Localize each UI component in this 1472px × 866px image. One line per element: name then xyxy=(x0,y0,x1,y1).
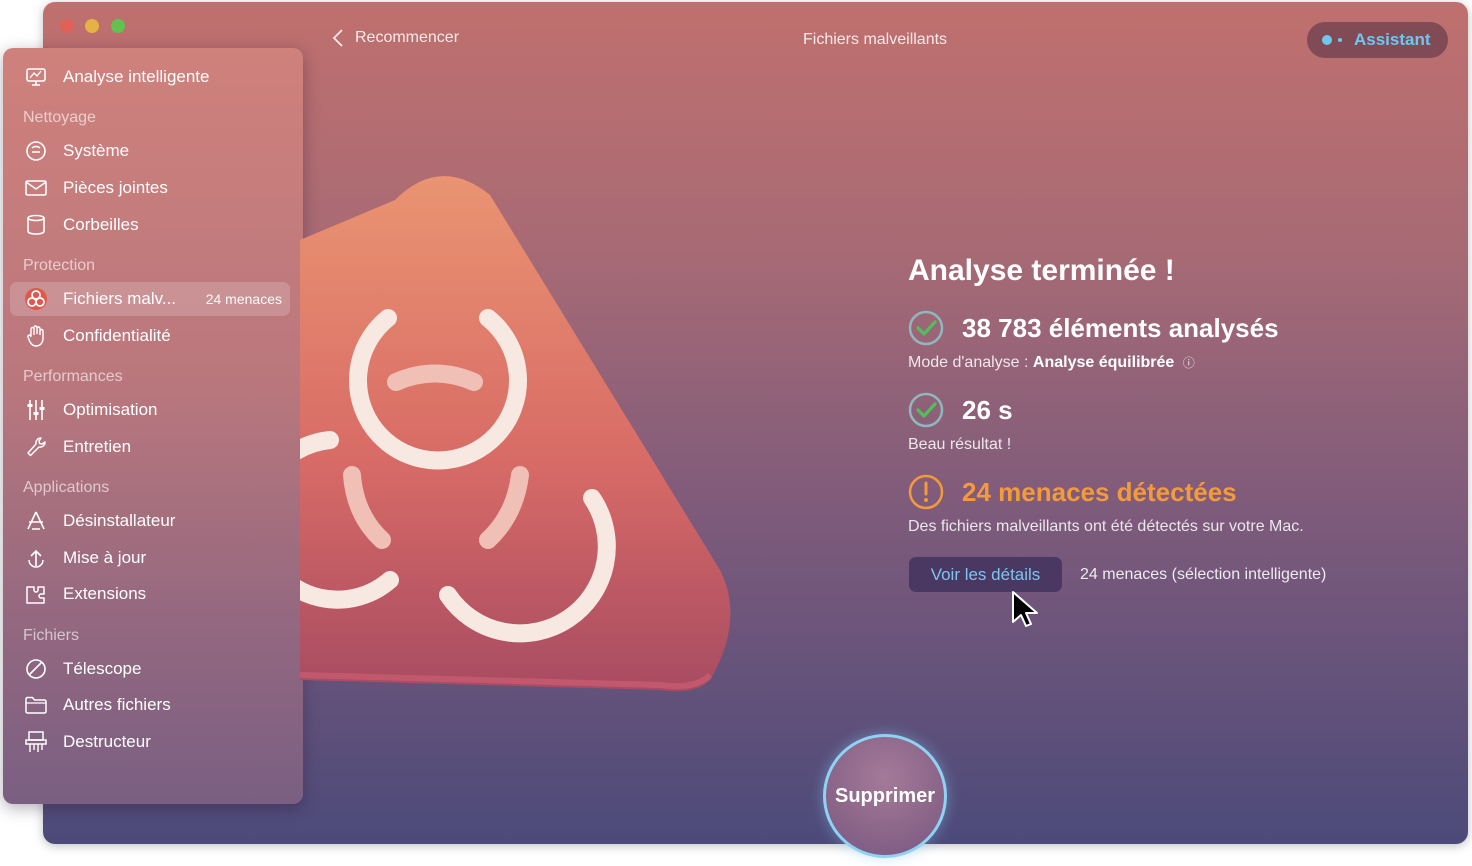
close-window-button[interactable] xyxy=(60,19,74,33)
sidebar-item-extensions[interactable]: Extensions xyxy=(10,577,290,611)
sidebar-item-label: Fichiers malv... xyxy=(63,289,177,308)
sidebar-item-label: Optimisation xyxy=(63,400,158,419)
lens-icon xyxy=(22,657,50,681)
analyzed-count: 38 783 éléments analysés xyxy=(962,312,1279,343)
assistant-dot-icon xyxy=(1322,35,1332,45)
extensions-icon xyxy=(22,582,50,606)
scan-duration: 26 s xyxy=(962,394,1013,425)
back-label: Recommencer xyxy=(355,29,460,46)
check-circle-icon xyxy=(908,392,944,428)
threats-count: 24 menaces détectées xyxy=(962,476,1237,507)
assistant-button[interactable]: Assistant xyxy=(1307,22,1448,58)
minimize-window-button[interactable] xyxy=(85,19,99,33)
sidebar-item-label: Corbeilles xyxy=(63,215,139,234)
system-junk-icon xyxy=(22,139,50,163)
hand-icon xyxy=(22,324,50,348)
sliders-icon xyxy=(22,398,50,422)
folder-icon xyxy=(22,693,50,717)
analyzed-row: 38 783 éléments analysés xyxy=(908,310,1279,346)
sidebar-item-privacy[interactable]: Confidentialité xyxy=(10,319,290,353)
sidebar-item-label: Destructeur xyxy=(63,732,151,751)
uninstaller-icon xyxy=(22,509,50,533)
section-performance: Performances xyxy=(23,368,123,385)
sidebar-item-label: Extensions xyxy=(63,584,147,603)
mail-icon xyxy=(22,176,50,200)
shredder-icon xyxy=(22,730,50,754)
smart-selection-note: 24 menaces (sélection intelligente) xyxy=(1080,566,1327,583)
sidebar-item-space-lens[interactable]: Télescope xyxy=(10,652,290,686)
sidebar-item-uninstaller[interactable]: Désinstallateur xyxy=(10,504,290,538)
check-circle-icon xyxy=(908,310,944,346)
update-arrow-icon xyxy=(22,546,50,570)
threats-row: 24 menaces détectées xyxy=(908,474,1237,510)
section-applications: Applications xyxy=(23,479,110,496)
view-details-button[interactable]: Voir les détails xyxy=(909,557,1062,592)
sidebar-item-other-files[interactable]: Autres fichiers xyxy=(10,688,290,722)
chevron-left-icon xyxy=(333,29,343,47)
sidebar-item-attachments[interactable]: Pièces jointes xyxy=(10,171,290,205)
scan-mode-value: Analyse équilibrée xyxy=(1032,354,1175,371)
assistant-small-dot-icon xyxy=(1338,38,1342,42)
mouse-pointer-icon xyxy=(1011,590,1041,635)
threats-description: Des fichiers malveillants ont été détect… xyxy=(908,518,1304,535)
duration-note: Beau résultat ! xyxy=(908,436,1012,453)
sidebar-item-maintenance[interactable]: Entretien xyxy=(10,430,290,464)
section-protection: Protection xyxy=(23,257,96,274)
sidebar-item-label: Confidentialité xyxy=(63,326,171,345)
sidebar-item-label: Autres fichiers xyxy=(63,695,171,714)
trash-bin-icon xyxy=(22,213,50,237)
sidebar-item-label: Mise à jour xyxy=(63,548,147,567)
sidebar-item-label: Système xyxy=(63,141,130,160)
info-icon[interactable]: ⓘ xyxy=(1183,356,1195,370)
sidebar-item-system[interactable]: Système xyxy=(10,134,290,168)
scan-mode-line: Mode d'analyse : Analyse équilibrée ⓘ xyxy=(908,354,1195,372)
sidebar-item-malware[interactable]: Fichiers malv... 24 menaces xyxy=(10,282,290,316)
sidebar-item-optimization[interactable]: Optimisation xyxy=(10,393,290,427)
sidebar-item-updater[interactable]: Mise à jour xyxy=(10,541,290,575)
threat-count-badge: 24 menaces xyxy=(205,291,282,307)
sidebar-item-smart-scan[interactable]: Analyse intelligente xyxy=(10,60,290,94)
scan-mode-label: Mode d'analyse : xyxy=(908,354,1029,371)
section-files: Fichiers xyxy=(23,627,80,644)
sidebar-item-shredder[interactable]: Destructeur xyxy=(10,725,290,759)
duration-row: 26 s xyxy=(908,392,1013,428)
section-cleanup: Nettoyage xyxy=(23,109,96,126)
sidebar-item-trash[interactable]: Corbeilles xyxy=(10,208,290,242)
sidebar-item-label: Désinstallateur xyxy=(63,511,176,530)
remove-button[interactable]: Supprimer xyxy=(823,734,947,858)
window-title: Fichiers malveillants xyxy=(803,31,948,48)
biohazard-icon xyxy=(22,287,50,311)
sidebar-item-label: Analyse intelligente xyxy=(63,67,210,86)
results-title: Analyse terminée ! xyxy=(908,254,1175,287)
sidebar-item-label: Entretien xyxy=(63,437,132,456)
back-button[interactable]: Recommencer xyxy=(333,29,459,47)
wrench-icon xyxy=(22,435,50,459)
monitor-icon xyxy=(22,65,50,89)
sidebar-item-label: Pièces jointes xyxy=(63,178,168,197)
assistant-label: Assistant xyxy=(1354,30,1431,49)
sidebar-item-label: Télescope xyxy=(63,659,142,678)
biohazard-illustration xyxy=(248,150,740,705)
zoom-window-button[interactable] xyxy=(111,19,125,33)
warning-circle-icon xyxy=(908,474,944,510)
